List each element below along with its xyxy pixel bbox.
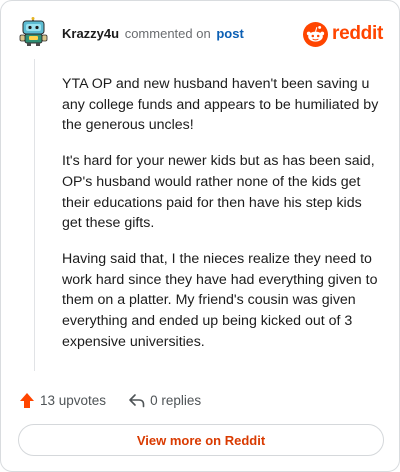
post-link[interactable]: post: [216, 26, 243, 41]
reply-arrow-icon: [129, 393, 145, 407]
reddit-brand[interactable]: reddit: [303, 21, 383, 47]
reply-count: 0 replies: [150, 392, 202, 408]
commented-on-label: commented on: [124, 26, 211, 41]
reddit-wordmark: reddit: [332, 23, 383, 44]
view-more-button[interactable]: View more on Reddit: [18, 424, 384, 456]
replies-button[interactable]: 0 replies: [128, 393, 201, 408]
avatar[interactable]: [19, 17, 49, 47]
author-username[interactable]: Krazzy4u: [62, 26, 119, 41]
avatar-robot-icon: [19, 17, 49, 47]
comment-actions: 13 upvotes 0 replies: [19, 389, 201, 411]
comment-header: Krazzy4u commented on post reddit: [19, 17, 383, 51]
upvote-arrow-icon: [20, 392, 34, 408]
comment-paragraph: YTA OP and new husband haven't been savi…: [62, 76, 379, 134]
reddit-snoo-icon: [303, 21, 329, 47]
upvote-count: 13 upvotes: [40, 392, 107, 408]
comment-byline: Krazzy4u commented on post: [62, 26, 244, 41]
comment-card: Krazzy4u commented on post reddit YTA OP…: [0, 0, 400, 472]
upvote-button[interactable]: 13 upvotes: [19, 392, 106, 409]
thread-line: [34, 59, 35, 371]
comment-paragraph: Having said that, I the nieces realize t…: [62, 250, 378, 350]
comment-body: YTA OP and new husband haven't been savi…: [62, 74, 380, 367]
comment-paragraph: It's hard for your newer kids but as has…: [62, 153, 375, 232]
